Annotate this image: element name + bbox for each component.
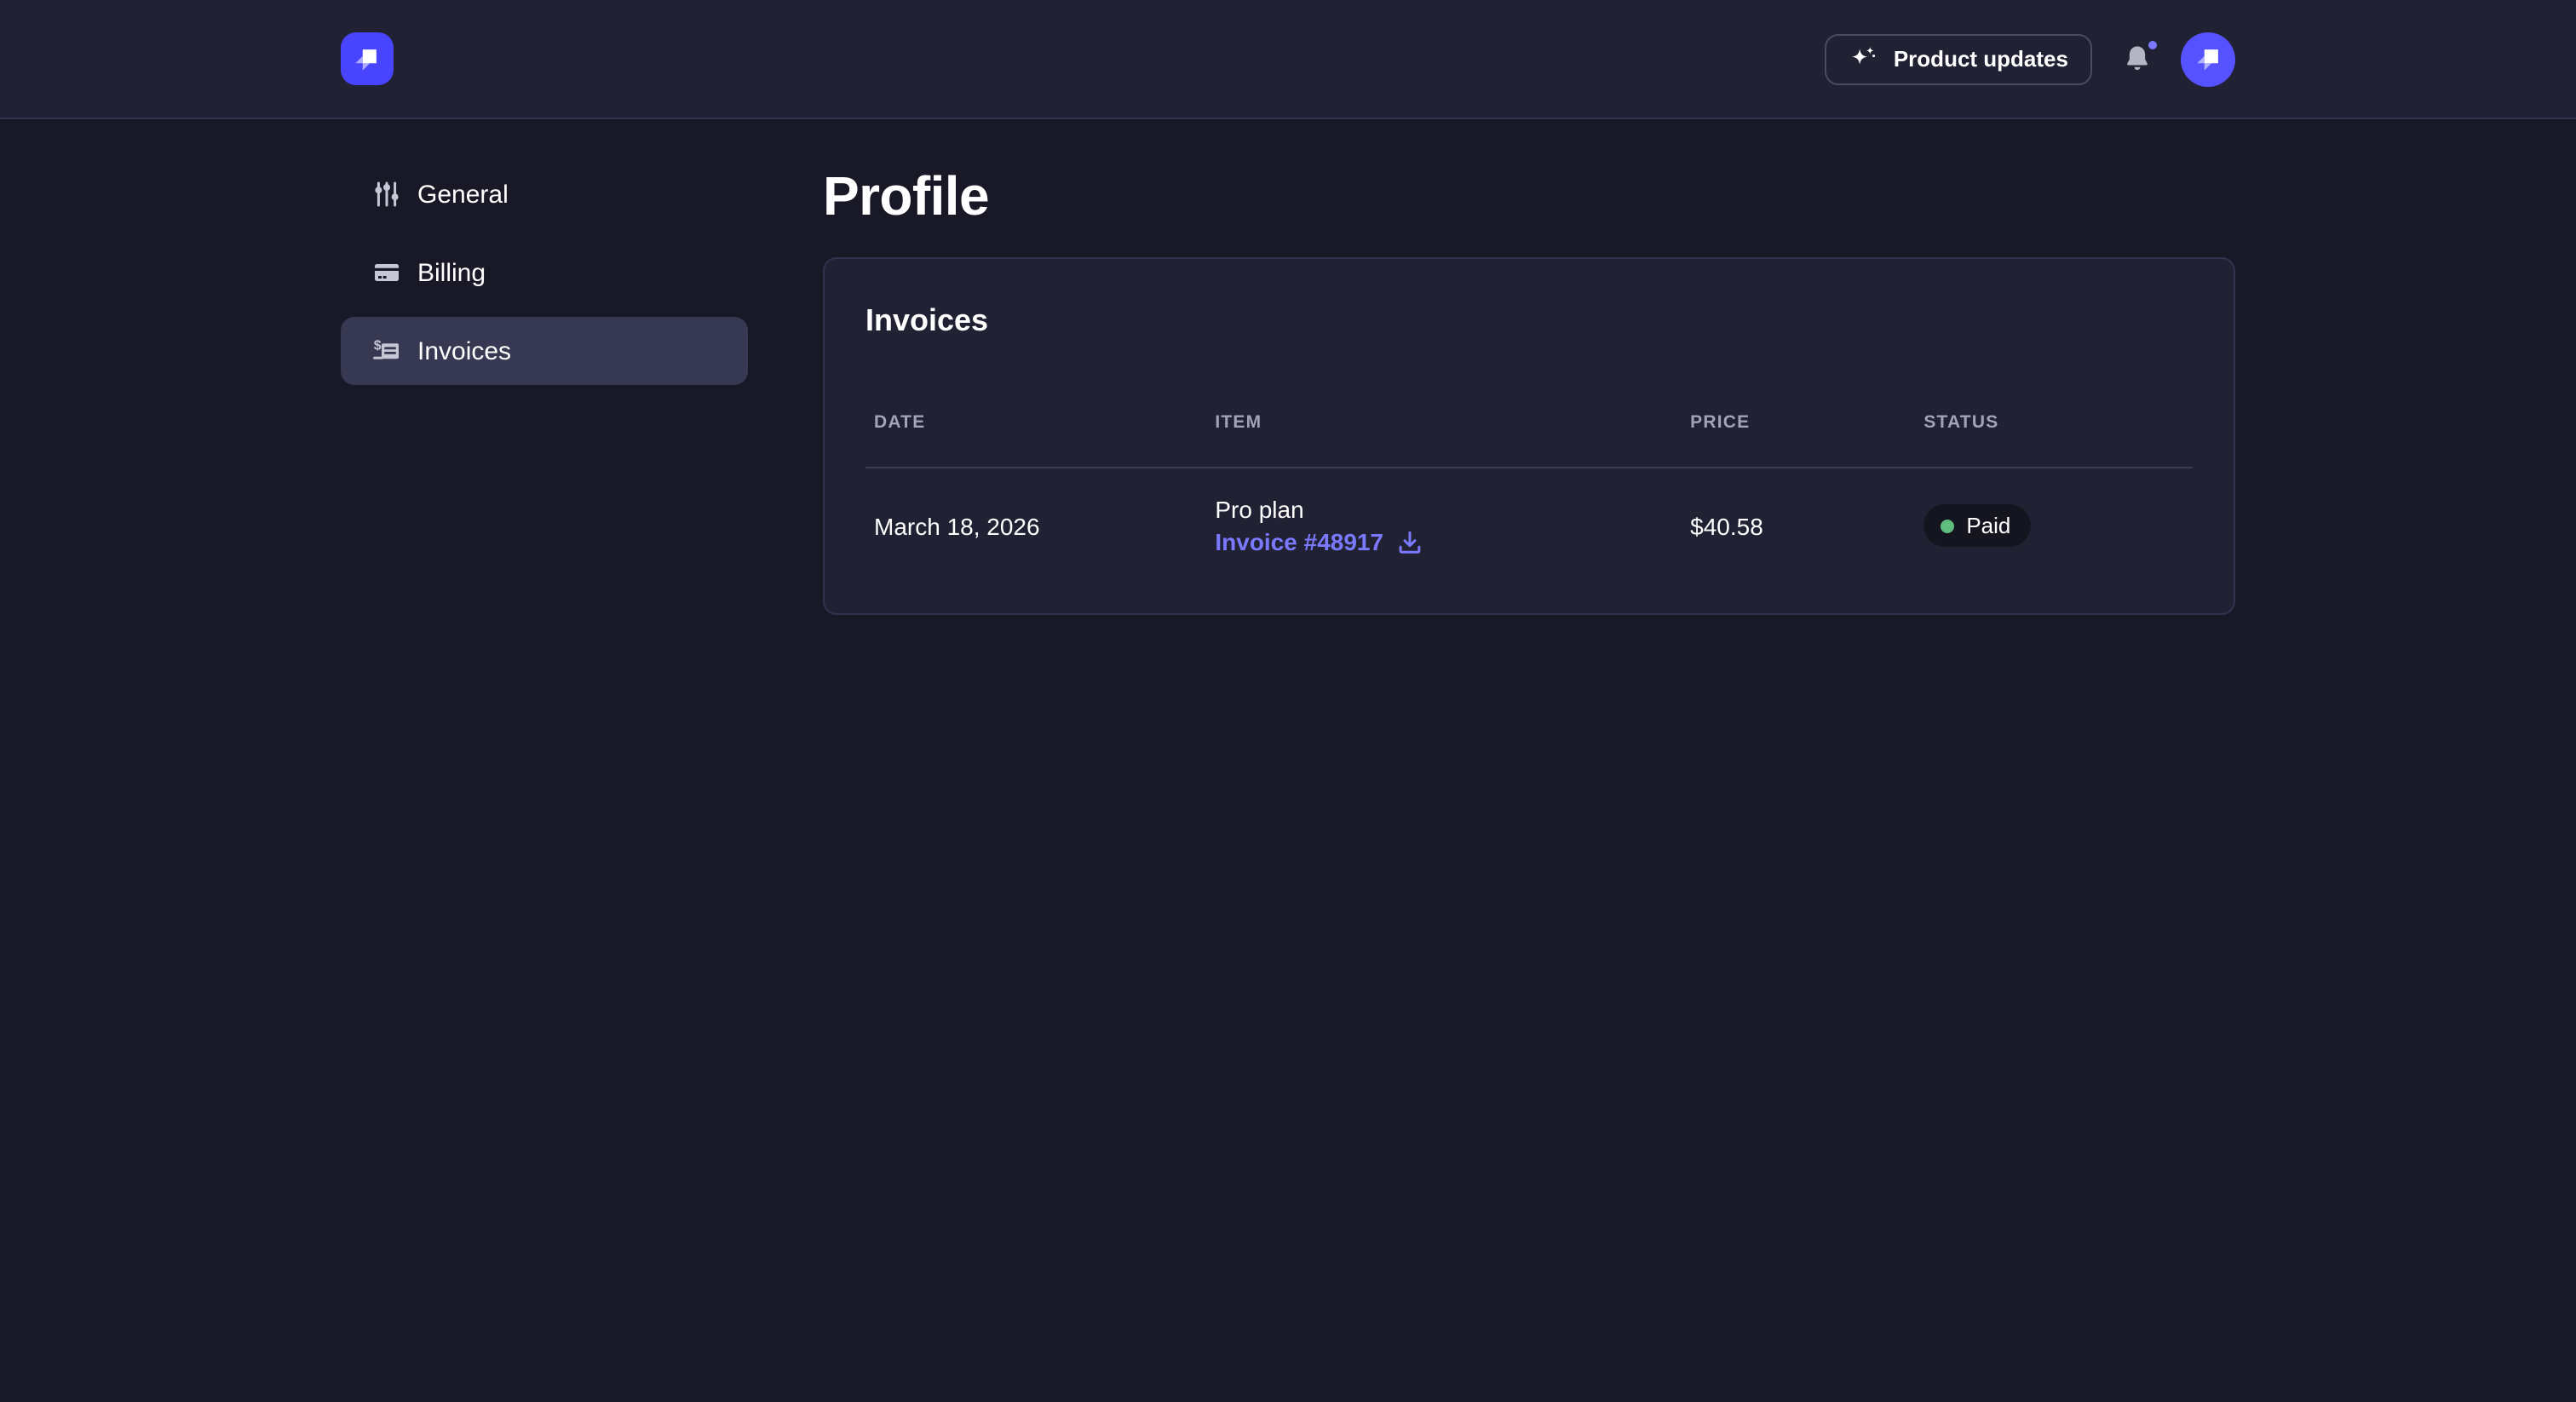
column-header-item: ITEM <box>1206 412 1682 433</box>
invoice-price-cell: $40.58 <box>1682 512 1915 539</box>
sidebar-item-label: General <box>417 180 509 209</box>
invoice-table-row: March 18, 2026 Pro plan Invoice #48917 <box>865 468 2193 583</box>
app-root: Product updates <box>0 0 2576 1402</box>
sidebar-item-invoices[interactable]: $ Invoices <box>341 317 748 385</box>
sidebar-item-label: Billing <box>417 258 486 287</box>
column-header-date: DATE <box>865 412 1206 433</box>
page-title: Profile <box>823 162 2235 230</box>
invoice-plan-name: Pro plan <box>1215 496 1682 523</box>
main-panel: Profile Invoices DATE ITEM PRICE STATUS … <box>823 119 2235 615</box>
navbar-actions: Product updates <box>1826 32 2235 86</box>
page-content: General Billing $ <box>0 119 2576 615</box>
invoices-card-title: Invoices <box>865 300 2193 341</box>
bell-icon <box>2122 44 2151 73</box>
invoices-card: Invoices DATE ITEM PRICE STATUS March 18… <box>823 257 2235 615</box>
brand-logo[interactable] <box>341 32 394 85</box>
sidebar-item-general[interactable]: General <box>341 160 748 228</box>
column-header-status: STATUS <box>1915 412 2193 433</box>
invoice-item-cell: Pro plan Invoice #48917 <box>1206 496 1682 555</box>
top-navbar: Product updates <box>0 0 2576 119</box>
sidebar-item-billing[interactable]: Billing <box>341 238 748 307</box>
sparkles-icon <box>1849 46 1878 72</box>
svg-text:$: $ <box>373 338 381 353</box>
invoices-table-header: DATE ITEM PRICE STATUS <box>865 341 2193 467</box>
column-header-price: PRICE <box>1682 412 1915 433</box>
status-badge-label: Paid <box>1966 513 2010 538</box>
product-updates-button[interactable]: Product updates <box>1826 33 2092 84</box>
strapi-logo-icon <box>349 41 385 77</box>
user-avatar[interactable] <box>2181 32 2235 86</box>
invoice-download-link[interactable]: Invoice #48917 <box>1215 528 1423 555</box>
strapi-avatar-icon <box>2190 41 2226 77</box>
sliders-icon <box>371 180 400 209</box>
invoice-link-label: Invoice #48917 <box>1215 528 1383 555</box>
product-updates-label: Product updates <box>1894 46 2068 72</box>
invoice-icon: $ <box>371 336 400 365</box>
invoice-status-cell: Paid <box>1915 504 2193 547</box>
download-icon[interactable] <box>1397 529 1423 554</box>
notifications-button[interactable] <box>2121 43 2152 74</box>
status-badge: Paid <box>1923 504 2031 547</box>
settings-sidebar: General Billing $ <box>341 119 748 395</box>
notification-unread-dot <box>2148 40 2157 49</box>
paid-status-dot-icon <box>1941 519 1954 532</box>
sidebar-item-label: Invoices <box>417 336 511 365</box>
credit-card-icon <box>371 258 400 287</box>
invoice-date-cell: March 18, 2026 <box>865 512 1206 539</box>
